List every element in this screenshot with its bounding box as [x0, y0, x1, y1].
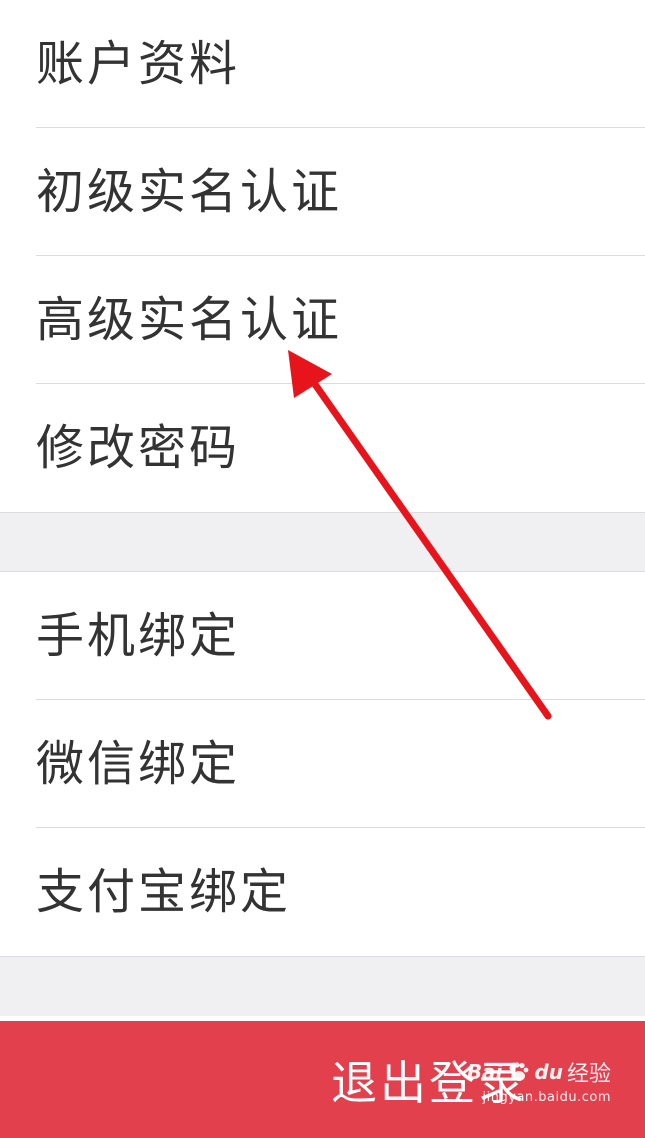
baidu-jingyan-watermark: Bai du 经验 jingyan.baidu.com — [467, 1056, 611, 1105]
menu-item-phone-binding[interactable]: 手机绑定 — [0, 572, 645, 700]
menu-item-advanced-verification[interactable]: 高级实名认证 — [0, 256, 645, 384]
section-divider — [0, 512, 645, 572]
account-menu-group: 账户资料 初级实名认证 高级实名认证 修改密码 — [0, 0, 645, 512]
watermark-brand-suffix: du — [534, 1060, 563, 1084]
menu-item-basic-verification[interactable]: 初级实名认证 — [0, 128, 645, 256]
section-divider — [0, 956, 645, 1016]
watermark-brand: Bai — [466, 1060, 503, 1084]
menu-item-account-profile[interactable]: 账户资料 — [0, 0, 645, 128]
menu-item-label: 手机绑定 — [36, 608, 241, 664]
menu-item-label: 账户资料 — [36, 36, 241, 92]
binding-menu-group: 手机绑定 微信绑定 支付宝绑定 — [0, 572, 645, 956]
watermark-text: 经验 — [566, 1062, 611, 1087]
paw-icon — [509, 1062, 529, 1081]
watermark-url: jingyan.baidu.com — [482, 1090, 611, 1105]
account-settings-page: 账户资料 初级实名认证 高级实名认证 修改密码 手机绑定 微信绑定 支付宝绑定 … — [0, 0, 645, 1138]
menu-item-label: 修改密码 — [36, 420, 241, 476]
menu-item-label: 初级实名认证 — [36, 164, 343, 220]
menu-item-alipay-binding[interactable]: 支付宝绑定 — [0, 828, 645, 956]
menu-item-label: 微信绑定 — [36, 736, 241, 792]
menu-item-label: 高级实名认证 — [36, 292, 343, 348]
menu-item-change-password[interactable]: 修改密码 — [0, 384, 645, 512]
menu-item-wechat-binding[interactable]: 微信绑定 — [0, 700, 645, 828]
menu-item-label: 支付宝绑定 — [36, 864, 292, 920]
